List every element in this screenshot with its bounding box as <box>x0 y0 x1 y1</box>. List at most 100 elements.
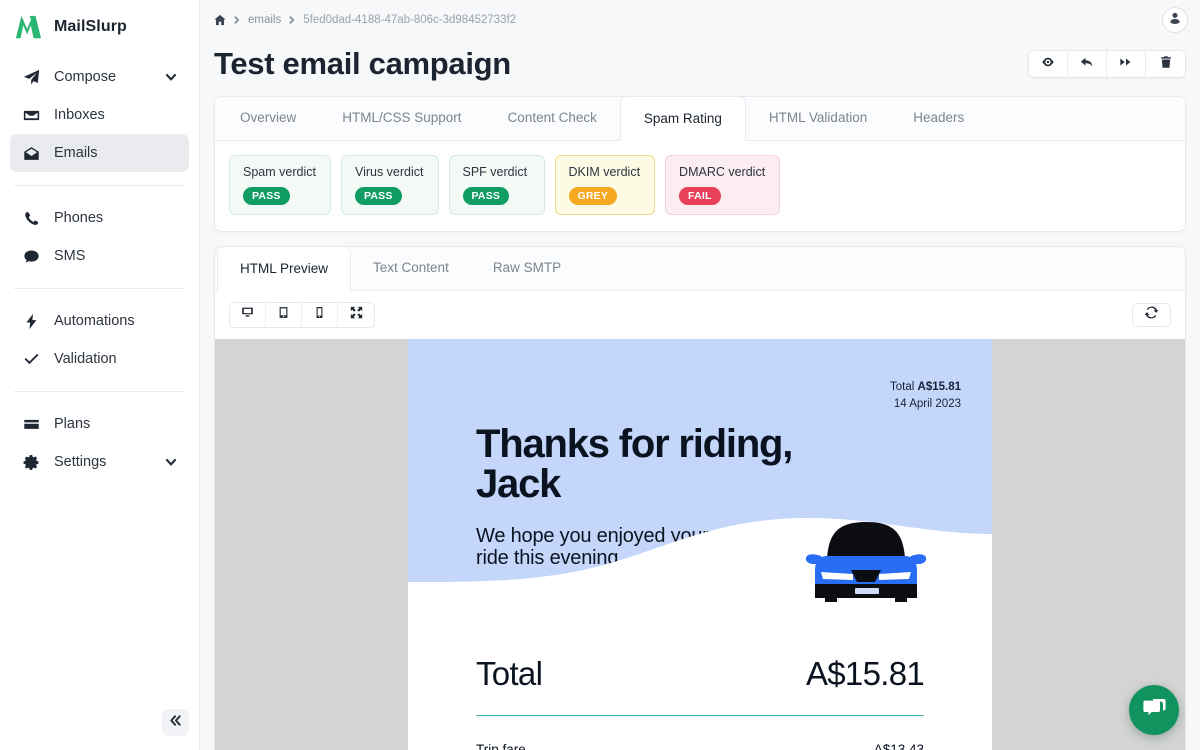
phone-icon <box>22 209 41 228</box>
expand-arrows-icon <box>350 306 363 324</box>
spam-analysis-card: Overview HTML/CSS Support Content Check … <box>214 96 1186 232</box>
tablet-view-button[interactable] <box>266 303 302 327</box>
verdict-label: DKIM verdict <box>569 165 641 179</box>
email-render-canvas: Total A$15.81 14 April 2023 Thanks for r… <box>215 339 1185 750</box>
credit-card-icon <box>22 415 41 434</box>
tab-html-validation[interactable]: HTML Validation <box>746 96 890 140</box>
chat-sms-icon <box>22 247 41 266</box>
sidebar-divider <box>14 185 185 186</box>
sidebar-item-label: Plans <box>54 416 177 432</box>
trash-icon <box>1159 55 1173 74</box>
forward-button[interactable] <box>1107 51 1146 77</box>
email-total-label: Total <box>476 655 542 693</box>
email-preview-card: HTML Preview Text Content Raw SMTP <box>214 246 1186 750</box>
lightning-bolt-icon <box>22 312 41 331</box>
breadcrumb: emails 5fed0dad-4188-47ab-806c-3d9845273… <box>214 14 516 26</box>
sidebar-item-label: Settings <box>54 454 152 470</box>
chat-bubble-icon <box>1142 695 1167 725</box>
verdict-card-virus: Virus verdict PASS <box>341 155 439 215</box>
sidebar-group-3: Automations Validation <box>0 298 199 382</box>
breadcrumb-emails-link[interactable]: emails <box>248 14 281 26</box>
view-button[interactable] <box>1029 51 1068 77</box>
sidebar-item-label: Emails <box>54 145 177 161</box>
sidebar-item-compose[interactable]: Compose <box>10 58 189 96</box>
sidebar-item-label: Automations <box>54 313 177 329</box>
verdict-label: Spam verdict <box>243 165 316 179</box>
app-root: MailSlurp Compose Inboxes <box>0 0 1200 750</box>
tab-overview[interactable]: Overview <box>217 96 319 140</box>
verdict-card-spam: Spam verdict PASS <box>229 155 331 215</box>
email-total-value: A$15.81 <box>806 655 924 693</box>
tab-text-content[interactable]: Text Content <box>351 246 471 290</box>
email-totals: Total A$15.81 Trip fare A$13.43 <box>408 613 992 750</box>
desktop-icon <box>241 306 254 324</box>
header-actions <box>1028 50 1186 78</box>
email-meta-total: Total A$15.81 <box>890 379 961 396</box>
car-front-icon <box>803 516 929 608</box>
sidebar: MailSlurp Compose Inboxes <box>0 0 200 750</box>
sidebar-item-label: Phones <box>54 210 177 226</box>
chat-widget-button[interactable] <box>1129 685 1179 735</box>
status-badge: GREY <box>569 187 618 205</box>
chevron-right-icon <box>288 16 296 24</box>
delete-button[interactable] <box>1146 51 1185 77</box>
home-icon[interactable] <box>214 14 226 26</box>
preview-toolbar <box>215 291 1185 338</box>
breadcrumb-current-id: 5fed0dad-4188-47ab-806c-3d98452733f2 <box>303 14 516 26</box>
refresh-icon <box>1145 306 1158 324</box>
status-badge: PASS <box>243 187 290 205</box>
sidebar-item-label: Validation <box>54 351 177 367</box>
verdict-label: Virus verdict <box>355 165 424 179</box>
mobile-icon <box>313 306 326 324</box>
email-body: Total A$15.81 14 April 2023 Thanks for r… <box>408 339 992 750</box>
status-badge: PASS <box>355 187 402 205</box>
refresh-preview-button[interactable] <box>1132 303 1171 327</box>
email-meta: Total A$15.81 14 April 2023 <box>890 379 961 414</box>
sidebar-item-sms[interactable]: SMS <box>10 237 189 275</box>
inbox-icon <box>22 106 41 125</box>
sidebar-item-label: Inboxes <box>54 107 177 123</box>
main-content: emails 5fed0dad-4188-47ab-806c-3d9845273… <box>200 0 1200 750</box>
verdict-label: SPF verdict <box>463 165 530 179</box>
sidebar-item-plans[interactable]: Plans <box>10 405 189 443</box>
tab-content-check[interactable]: Content Check <box>485 96 620 140</box>
verdict-label: DMARC verdict <box>679 165 765 179</box>
sidebar-item-inboxes[interactable]: Inboxes <box>10 96 189 134</box>
sidebar-collapse-button[interactable] <box>162 709 189 736</box>
desktop-view-button[interactable] <box>230 303 266 327</box>
brand[interactable]: MailSlurp <box>0 0 199 54</box>
tab-html-preview[interactable]: HTML Preview <box>217 246 351 291</box>
verdict-card-dkim: DKIM verdict GREY <box>555 155 656 215</box>
email-hero: Total A$15.81 14 April 2023 Thanks for r… <box>408 339 992 613</box>
check-icon <box>22 350 41 369</box>
tab-spam-rating[interactable]: Spam Rating <box>620 96 746 141</box>
reply-button[interactable] <box>1068 51 1107 77</box>
forward-fast-icon <box>1119 55 1133 74</box>
tablet-icon <box>277 306 290 324</box>
sidebar-divider <box>14 391 185 392</box>
tab-raw-smtp[interactable]: Raw SMTP <box>471 246 583 290</box>
sidebar-item-settings[interactable]: Settings <box>10 443 189 481</box>
tab-html-css-support[interactable]: HTML/CSS Support <box>319 96 484 140</box>
chevron-down-icon <box>165 71 177 83</box>
email-meta-total-value: A$15.81 <box>918 381 961 393</box>
sidebar-item-phones[interactable]: Phones <box>10 199 189 237</box>
brand-name: MailSlurp <box>54 18 127 36</box>
device-switcher <box>229 302 375 328</box>
envelope-open-icon <box>22 144 41 163</box>
avatar[interactable] <box>1162 7 1188 33</box>
mailslurp-m-logo-icon <box>14 14 42 40</box>
analysis-tabs: Overview HTML/CSS Support Content Check … <box>215 97 1185 141</box>
preview-tabs: HTML Preview Text Content Raw SMTP <box>215 247 1185 291</box>
sidebar-item-automations[interactable]: Automations <box>10 302 189 340</box>
fullscreen-button[interactable] <box>338 303 374 327</box>
email-line-item: Trip fare A$13.43 <box>476 716 924 750</box>
reply-arrow-icon <box>1080 55 1094 74</box>
topbar: emails 5fed0dad-4188-47ab-806c-3d9845273… <box>200 0 1200 40</box>
page-title: Test email campaign <box>214 46 511 82</box>
tab-headers[interactable]: Headers <box>890 96 987 140</box>
gear-icon <box>22 453 41 472</box>
sidebar-item-validation[interactable]: Validation <box>10 340 189 378</box>
mobile-view-button[interactable] <box>302 303 338 327</box>
sidebar-item-emails[interactable]: Emails <box>10 134 189 172</box>
